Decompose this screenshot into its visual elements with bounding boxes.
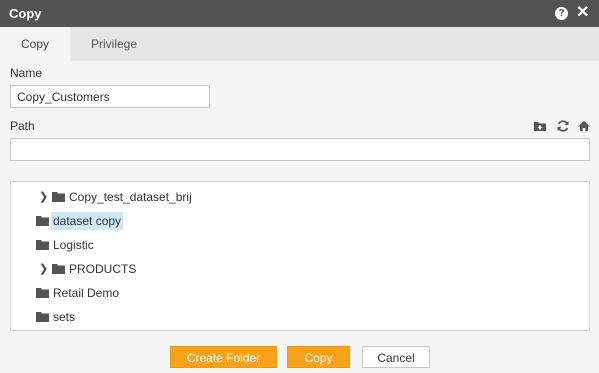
dialog-body: Name Path ❯ Copy_test_dataset_brij — [0, 61, 599, 373]
chevron-right-icon[interactable]: ❯ — [39, 260, 48, 278]
path-input[interactable] — [10, 138, 590, 161]
create-folder-button[interactable]: Create Folder — [170, 346, 277, 368]
tree-item-label: dataset copy — [51, 212, 124, 230]
name-input[interactable] — [10, 85, 210, 108]
folder-icon — [52, 264, 65, 274]
tab-copy[interactable]: Copy — [0, 27, 70, 61]
refresh-icon[interactable] — [556, 119, 570, 133]
folder-tree: ❯ Copy_test_dataset_brij dataset copy Lo… — [10, 181, 590, 331]
dialog-title: Copy — [9, 6, 42, 21]
tree-item-label: sets — [53, 310, 76, 324]
tree-item-label: Logistic — [53, 238, 94, 252]
tree-item-label: Retail Demo — [53, 286, 120, 300]
help-icon[interactable]: ? — [555, 7, 568, 20]
folder-icon — [52, 192, 65, 202]
path-label: Path — [10, 119, 35, 133]
name-label: Name — [10, 66, 43, 80]
tree-item-label: PRODUCTS — [69, 262, 137, 276]
close-icon[interactable]: ✕ — [576, 4, 589, 22]
dialog-titlebar: Copy ? ✕ — [0, 0, 599, 27]
new-folder-icon[interactable] — [533, 119, 547, 133]
cancel-button[interactable]: Cancel — [362, 346, 430, 368]
folder-icon — [36, 240, 49, 250]
chevron-right-icon[interactable]: ❯ — [39, 188, 48, 206]
tab-privilege[interactable]: Privilege — [70, 27, 158, 61]
tab-strip: Copy Privilege — [0, 27, 599, 61]
copy-button[interactable]: Copy — [287, 346, 350, 368]
folder-icon — [36, 288, 49, 298]
folder-icon — [36, 312, 49, 322]
home-icon[interactable] — [577, 119, 591, 133]
folder-icon — [36, 216, 49, 226]
tree-item-label: Copy_test_dataset_brij — [69, 190, 192, 204]
